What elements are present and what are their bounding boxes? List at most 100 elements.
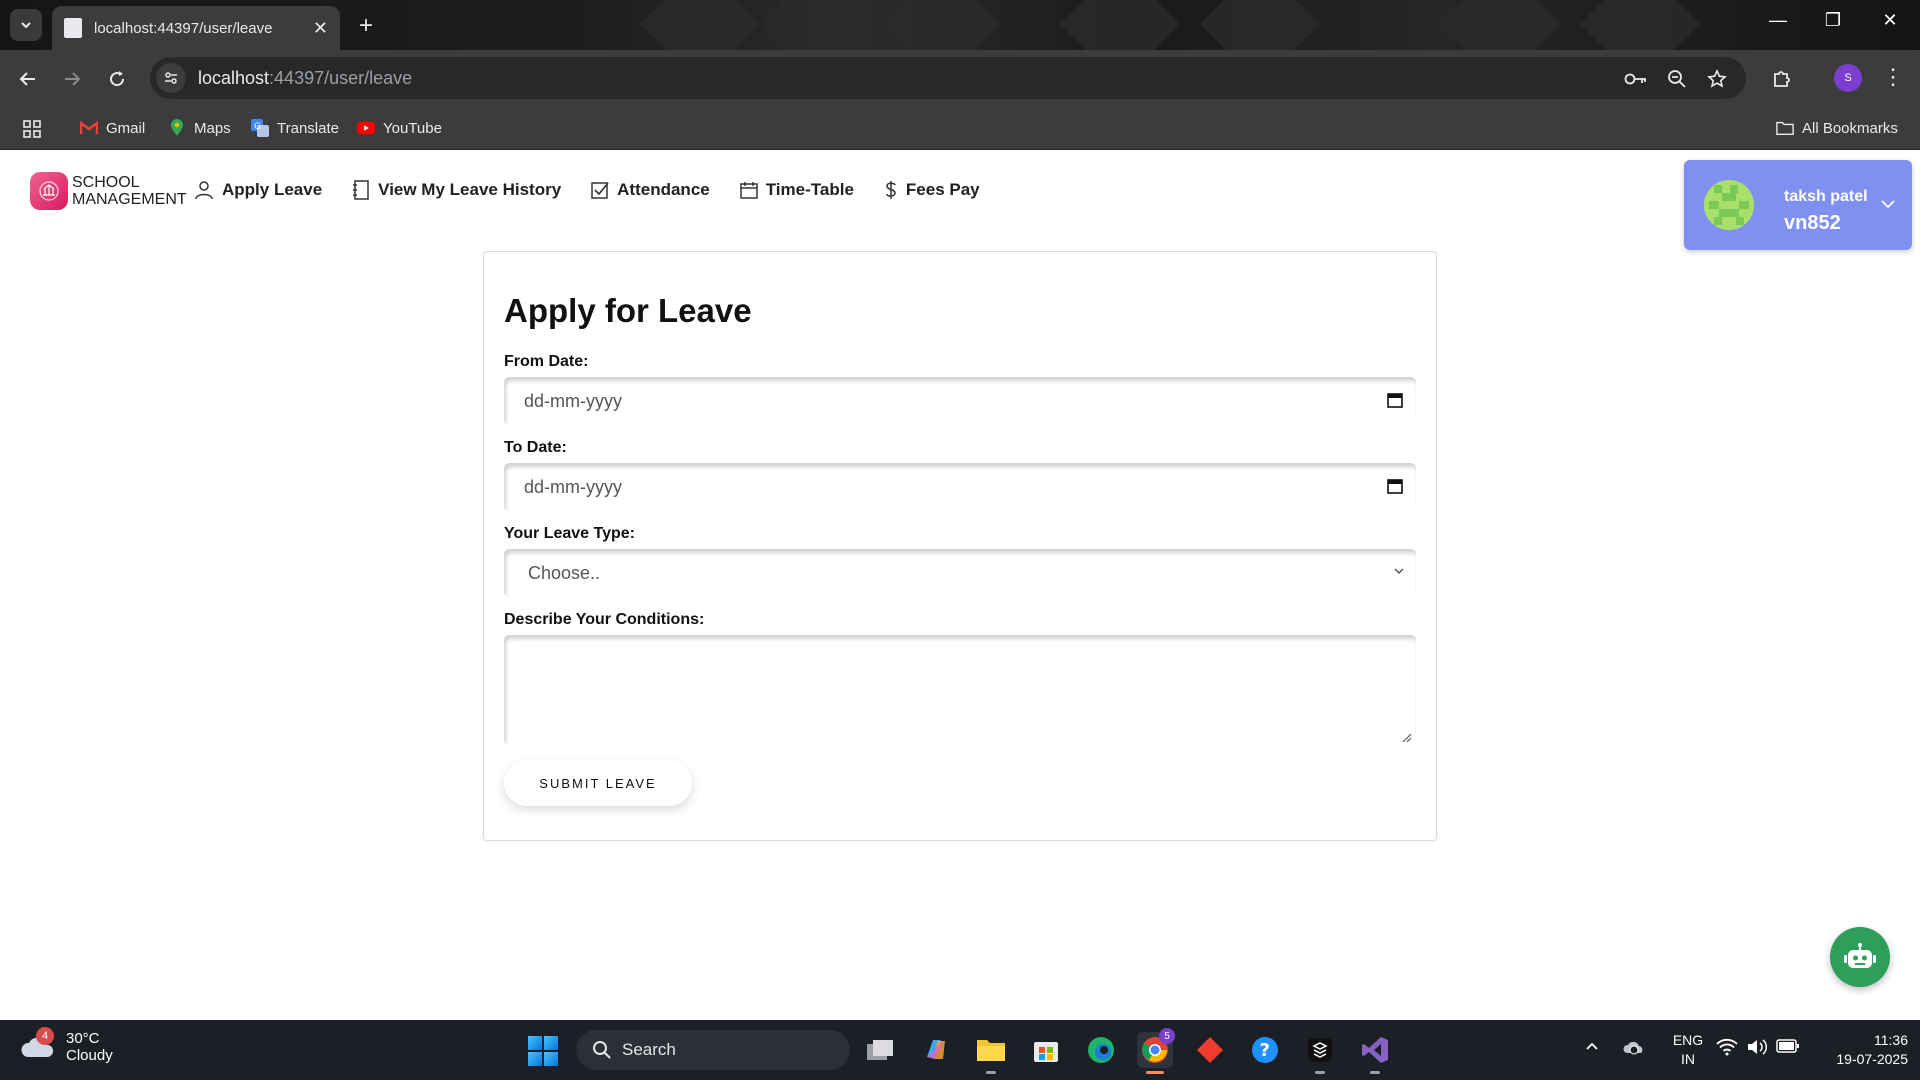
translate-icon: G bbox=[251, 119, 269, 137]
chevron-down-icon bbox=[1394, 568, 1404, 575]
bookmark-label: Maps bbox=[194, 119, 231, 137]
password-key-icon[interactable] bbox=[1624, 67, 1648, 91]
to-date-placeholder: dd-mm-yyyy bbox=[524, 476, 622, 497]
calendar-icon[interactable] bbox=[1386, 477, 1404, 495]
leave-type-value: Choose.. bbox=[528, 562, 601, 583]
battery-icon[interactable] bbox=[1776, 1038, 1800, 1059]
clock-date: 19-07-2025 bbox=[1836, 1051, 1908, 1067]
user-name: taksh patel bbox=[1784, 188, 1868, 205]
weather-alert-badge: 4 bbox=[36, 1027, 54, 1045]
bookmark-star-icon[interactable] bbox=[1705, 67, 1729, 91]
arrow-right-icon bbox=[65, 72, 81, 86]
nav-fees-pay[interactable]: Fees Pay bbox=[884, 180, 980, 200]
nav-view-leave-history[interactable]: View My Leave History bbox=[352, 180, 561, 200]
cloud-icon: 4 bbox=[20, 1027, 56, 1061]
minimize-button[interactable]: — bbox=[1758, 10, 1798, 31]
window-close-button[interactable]: ✕ bbox=[1870, 10, 1910, 31]
new-tab-button[interactable]: + bbox=[352, 12, 380, 40]
tab-search-button[interactable] bbox=[10, 9, 42, 41]
language-indicator[interactable]: ENG IN bbox=[1666, 1031, 1710, 1069]
tab-close-icon[interactable]: ✕ bbox=[313, 18, 328, 39]
brand-logo-link[interactable]: SCHOOL MANAGEMENT bbox=[30, 172, 187, 210]
onedrive-icon[interactable] bbox=[1622, 1038, 1646, 1061]
nav-label: Apply Leave bbox=[222, 180, 323, 199]
user-avatar bbox=[1704, 180, 1754, 230]
bookmark-youtube[interactable]: YouTube bbox=[357, 119, 442, 137]
puzzle-icon bbox=[1774, 71, 1790, 87]
brand-name: SCHOOL MANAGEMENT bbox=[72, 174, 187, 208]
copilot-icon[interactable] bbox=[918, 1032, 954, 1068]
bookmark-gmail[interactable]: Gmail bbox=[80, 119, 145, 137]
task-view-icon[interactable] bbox=[862, 1032, 898, 1068]
nav-attendance[interactable]: Attendance bbox=[591, 180, 710, 200]
git-icon[interactable] bbox=[1192, 1032, 1228, 1068]
volume-icon[interactable] bbox=[1746, 1038, 1768, 1061]
windows-taskbar: 4 30°C Cloudy Search 5 ? ENG IN 11:36 19… bbox=[0, 1020, 1920, 1080]
clock[interactable]: 11:36 19-07-2025 bbox=[1812, 1031, 1908, 1069]
all-bookmarks-label: All Bookmarks bbox=[1802, 119, 1898, 137]
check-square-icon bbox=[591, 182, 609, 199]
apps-grid-icon[interactable] bbox=[22, 119, 42, 139]
site-info-icon[interactable] bbox=[156, 63, 186, 93]
chrome-profile-badge: 5 bbox=[1159, 1028, 1175, 1044]
browser-menu-icon[interactable]: ⋮ bbox=[1882, 64, 1904, 90]
to-date-label: To Date: bbox=[504, 439, 567, 456]
all-bookmarks[interactable]: All Bookmarks bbox=[1776, 119, 1898, 137]
chevron-down-icon[interactable] bbox=[1880, 198, 1896, 210]
windows-logo-icon bbox=[544, 1052, 558, 1066]
bookmark-label: YouTube bbox=[383, 119, 442, 137]
nav-time-table[interactable]: Time-Table bbox=[739, 180, 854, 200]
conditions-label: Describe Your Conditions: bbox=[504, 611, 705, 628]
restore-button[interactable]: ❐ bbox=[1813, 10, 1853, 31]
active-tab[interactable]: localhost:44397/user/leave ✕ bbox=[52, 6, 340, 50]
url-path: :44397/user/leave bbox=[269, 67, 413, 88]
app-icon[interactable] bbox=[1302, 1032, 1338, 1074]
svg-text:?: ? bbox=[1260, 1040, 1270, 1061]
submit-leave-button[interactable]: SUBMIT LEAVE bbox=[504, 760, 692, 806]
bookmarks-bar: Gmail Maps G Translate YouTube All Bookm… bbox=[0, 108, 1920, 150]
file-explorer-icon[interactable] bbox=[973, 1032, 1009, 1074]
zoom-icon[interactable] bbox=[1665, 67, 1689, 91]
windows-logo-icon bbox=[544, 1036, 558, 1050]
microsoft-store-icon[interactable] bbox=[1028, 1032, 1064, 1068]
browser-tab-strip: localhost:44397/user/leave ✕ + — ❐ ✕ bbox=[0, 0, 1920, 50]
edge-icon[interactable] bbox=[1083, 1032, 1119, 1068]
taskbar-search[interactable]: Search bbox=[576, 1030, 850, 1070]
browser-toolbar: localhost:44397/user/leave S ⋮ bbox=[0, 50, 1920, 108]
weather-condition: Cloudy bbox=[66, 1047, 113, 1064]
forward-button[interactable] bbox=[56, 63, 88, 95]
bookmark-translate[interactable]: G Translate bbox=[251, 119, 339, 137]
weather-widget[interactable]: 4 30°C Cloudy bbox=[20, 1027, 113, 1064]
search-placeholder: Search bbox=[622, 1040, 676, 1059]
calendar-icon[interactable] bbox=[1386, 391, 1404, 409]
start-button[interactable] bbox=[528, 1036, 558, 1066]
conditions-textarea[interactable] bbox=[504, 635, 1416, 745]
leave-type-label: Your Leave Type: bbox=[504, 525, 635, 542]
to-date-input[interactable]: dd-mm-yyyy bbox=[504, 463, 1416, 511]
chatbot-button[interactable] bbox=[1830, 927, 1890, 987]
back-button[interactable] bbox=[12, 63, 44, 95]
page-title: Apply for Leave bbox=[504, 292, 752, 329]
running-indicator bbox=[986, 1071, 996, 1074]
reload-button[interactable] bbox=[101, 63, 133, 95]
resize-handle-icon[interactable] bbox=[1400, 731, 1412, 743]
wifi-icon[interactable] bbox=[1716, 1038, 1738, 1061]
clock-time: 11:36 bbox=[1874, 1032, 1908, 1048]
profile-avatar[interactable]: S bbox=[1834, 64, 1862, 92]
from-date-input[interactable]: dd-mm-yyyy bbox=[504, 377, 1416, 425]
nav-apply-leave[interactable]: Apply Leave bbox=[194, 180, 322, 200]
url-host: localhost bbox=[198, 67, 270, 88]
running-indicator bbox=[1370, 1071, 1380, 1074]
journal-icon bbox=[353, 180, 369, 200]
tray-overflow-icon[interactable] bbox=[1584, 1038, 1600, 1059]
help-icon[interactable]: ? bbox=[1247, 1032, 1283, 1068]
extensions-button[interactable] bbox=[1766, 63, 1798, 95]
bookmark-maps[interactable]: Maps bbox=[168, 119, 231, 137]
visual-studio-icon[interactable] bbox=[1357, 1032, 1393, 1074]
user-profile-card[interactable]: taksh patel vn852 bbox=[1684, 160, 1912, 250]
nav-label: Time-Table bbox=[765, 180, 854, 199]
chrome-icon[interactable]: 5 bbox=[1137, 1028, 1175, 1074]
leave-type-select[interactable]: Choose.. bbox=[504, 549, 1416, 597]
youtube-icon bbox=[357, 119, 375, 137]
address-bar[interactable]: localhost:44397/user/leave bbox=[150, 57, 1746, 99]
